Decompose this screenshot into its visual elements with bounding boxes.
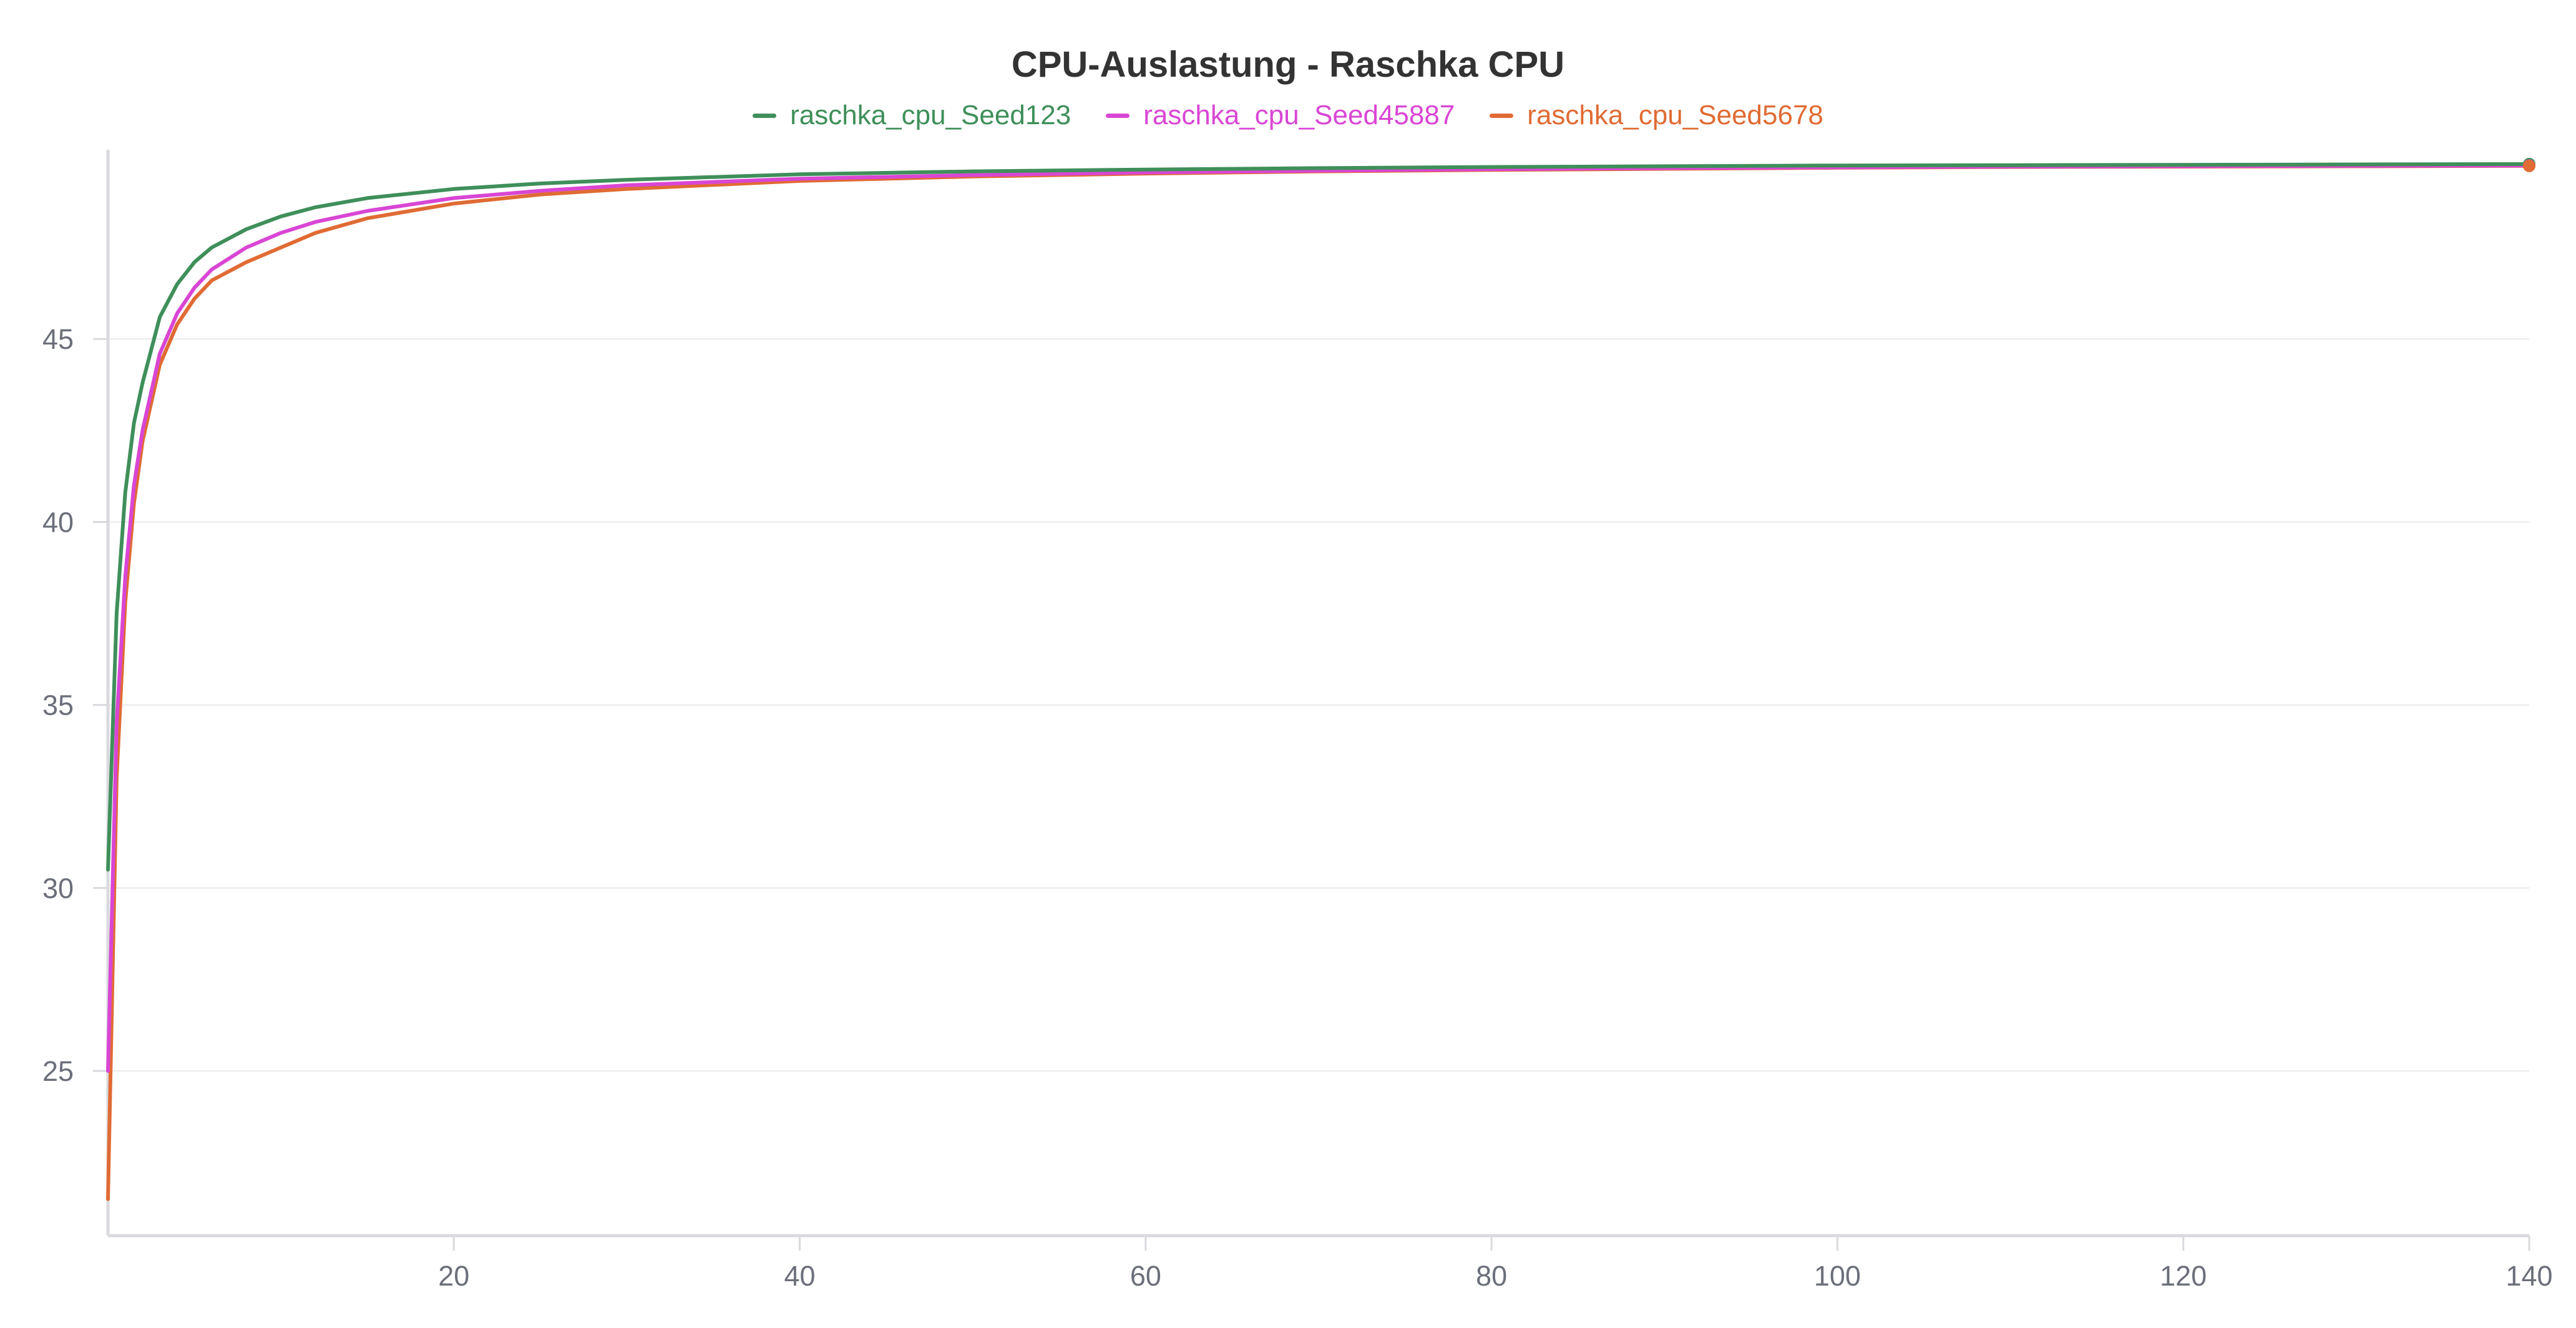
grid-layer — [108, 338, 2529, 1072]
x-tick-label-20: 20 — [438, 1260, 469, 1292]
y-tick-label-35: 35 — [42, 690, 74, 721]
plot-area: 25 30 35 40 45 20 40 60 80 100 120 140 — [42, 150, 2553, 1292]
series-layer — [106, 157, 2535, 1201]
x-tick-label-140: 140 — [2505, 1260, 2552, 1292]
axis-layer: 25 30 35 40 45 20 40 60 80 100 120 140 — [42, 150, 2553, 1292]
y-tick-label-30: 30 — [42, 872, 74, 904]
x-tick-label-120: 120 — [2160, 1260, 2207, 1292]
y-tick-label-25: 25 — [42, 1055, 74, 1087]
y-tick-label-40: 40 — [42, 506, 74, 538]
x-tick-label-100: 100 — [1814, 1260, 1861, 1292]
x-tick-label-60: 60 — [1130, 1260, 1161, 1292]
chart-container: CPU-Auslastung - Raschka CPU raschka_cpu… — [0, 0, 2576, 1328]
series-endpoint-seed5678 — [2523, 159, 2535, 172]
y-tick-label-45: 45 — [42, 323, 74, 355]
series-line-seed5678 — [106, 164, 2531, 1201]
x-tick-label-80: 80 — [1476, 1260, 1507, 1292]
series-line-seed123 — [106, 162, 2531, 872]
x-tick-label-40: 40 — [784, 1260, 816, 1292]
series-line-seed45887 — [106, 164, 2531, 1073]
